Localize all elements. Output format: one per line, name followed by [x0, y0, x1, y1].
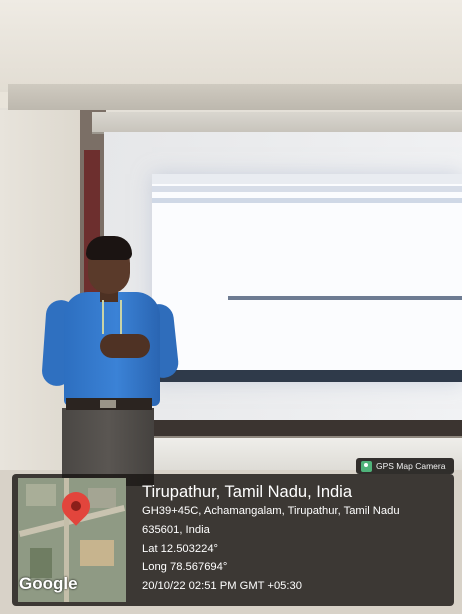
address-line-1: GH39+45C, Achamangalam, Tirupathur, Tami… — [142, 505, 400, 517]
location-info: Tirupathur, Tamil Nadu, India GH39+45C, … — [142, 482, 448, 595]
timestamp: 20/10/22 02:51 PM GMT +05:30 — [142, 579, 302, 592]
projected-title-bar — [152, 174, 462, 184]
longitude: Long 78.567694° — [142, 561, 228, 573]
map-block — [88, 488, 116, 508]
projected-window — [152, 174, 462, 382]
classroom-photo: GPS Map Camera Google Tirupathur, Tamil … — [0, 0, 462, 614]
ceiling — [0, 0, 462, 92]
map-pin-app-icon — [361, 460, 372, 472]
projected-menu-bar — [152, 198, 462, 203]
projected-taskbar — [152, 370, 462, 382]
gps-map-camera-badge: GPS Map Camera — [356, 458, 454, 474]
belt-buckle — [100, 400, 116, 408]
latitude: Lat 12.503224° — [142, 542, 219, 555]
map-block — [26, 484, 56, 506]
google-logo: Google — [19, 574, 78, 593]
projected-address-bar — [152, 186, 462, 192]
presenter-hands — [100, 334, 150, 358]
address-line-2: 635601, India — [142, 524, 210, 536]
presenter-lanyard — [102, 300, 122, 334]
map-block — [80, 540, 114, 566]
screen-housing — [92, 112, 462, 134]
presenter-hair — [86, 236, 132, 260]
projected-row — [228, 296, 462, 300]
location-title: Tirupathur, Tamil Nadu, India — [142, 483, 353, 501]
badge-label: GPS Map Camera — [376, 461, 446, 471]
ceiling-beam — [8, 84, 462, 110]
map-thumbnail: Google — [18, 478, 126, 602]
